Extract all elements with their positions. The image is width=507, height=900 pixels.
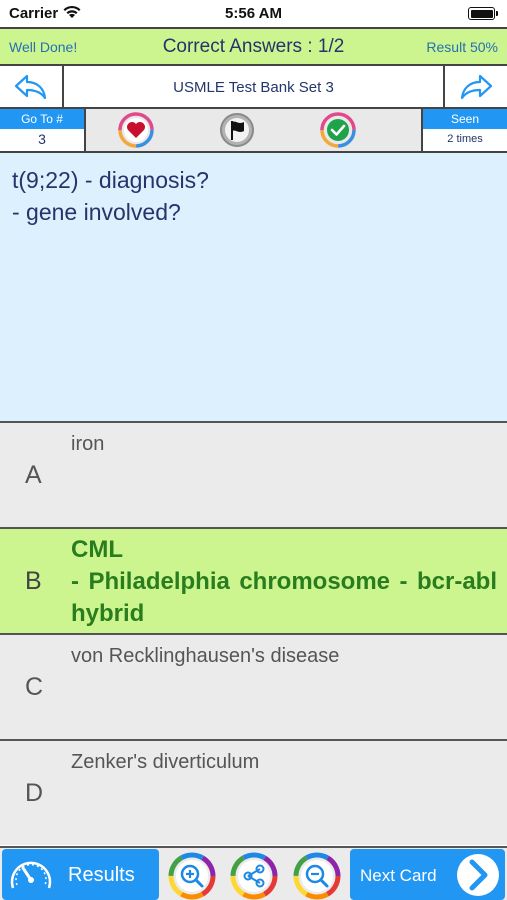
- goto-value[interactable]: 3: [0, 129, 84, 150]
- answer-option-a[interactable]: A iron: [0, 421, 507, 527]
- answer-letter: C: [25, 673, 44, 701]
- checkmark-icon[interactable]: [320, 112, 356, 148]
- question-line-1: t(9;22) - diagnosis?: [12, 167, 209, 193]
- answer-option-c[interactable]: C von Recklinghausen's disease: [0, 633, 507, 739]
- goto-label: Go To #: [0, 109, 84, 129]
- answer-option-b[interactable]: B CML - Philadelphia chromosome - bcr-ab…: [0, 527, 507, 633]
- question-line-2: - gene involved?: [12, 199, 181, 225]
- previous-card-button[interactable]: [0, 66, 64, 107]
- nav-bar: USMLE Test Bank Set 3: [0, 66, 507, 109]
- answer-option-d[interactable]: D Zenker's diverticulum: [0, 739, 507, 845]
- card-toolbar: Go To # 3 Seen 2 times: [0, 109, 507, 153]
- results-button[interactable]: Results: [2, 849, 159, 900]
- zoom-out-icon[interactable]: [292, 851, 342, 900]
- forward-arrow-icon: [460, 74, 493, 99]
- heart-favorite-icon[interactable]: [118, 112, 154, 148]
- flag-icon[interactable]: [219, 112, 255, 148]
- battery-icon: [468, 7, 498, 20]
- results-label: Results: [68, 864, 135, 886]
- bottom-toolbar: Results Next Card: [0, 846, 507, 900]
- question-panel: t(9;22) - diagnosis? - gene involved?: [0, 153, 507, 421]
- score-bar: Well Done! Correct Answers : 1/2 Result …: [0, 27, 507, 66]
- clock-time: 5:56 AM: [225, 5, 282, 22]
- next-card-label: Next Card: [360, 866, 437, 885]
- answer-text: iron: [71, 433, 105, 455]
- speedometer-icon: [10, 861, 52, 889]
- seen-value: 2 times: [447, 133, 483, 145]
- goto-card-control[interactable]: Go To # 3: [0, 109, 86, 151]
- test-bank-title: USMLE Test Bank Set 3: [173, 79, 334, 96]
- seen-count-box: Seen 2 times: [421, 109, 507, 151]
- next-card-button[interactable]: Next Card: [350, 849, 505, 900]
- answer-text: CML - Philadelphia chromosome - bcr-abl …: [71, 536, 497, 627]
- answer-text: von Recklinghausen's disease: [71, 645, 340, 667]
- result-percent-label: Result 50%: [426, 39, 498, 55]
- next-card-arrow-button[interactable]: [443, 66, 507, 107]
- chevron-right-icon: [457, 854, 499, 896]
- share-icon[interactable]: [229, 851, 279, 900]
- status-bar: Carrier 5:56 AM: [0, 0, 507, 27]
- answer-letter: D: [25, 779, 44, 807]
- answer-letter: A: [25, 461, 42, 489]
- zoom-in-icon[interactable]: [167, 851, 217, 900]
- seen-label: Seen: [423, 109, 507, 129]
- answer-text: Zenker's diverticulum: [71, 751, 260, 773]
- back-arrow-icon: [14, 74, 47, 99]
- answer-letter: B: [25, 567, 42, 595]
